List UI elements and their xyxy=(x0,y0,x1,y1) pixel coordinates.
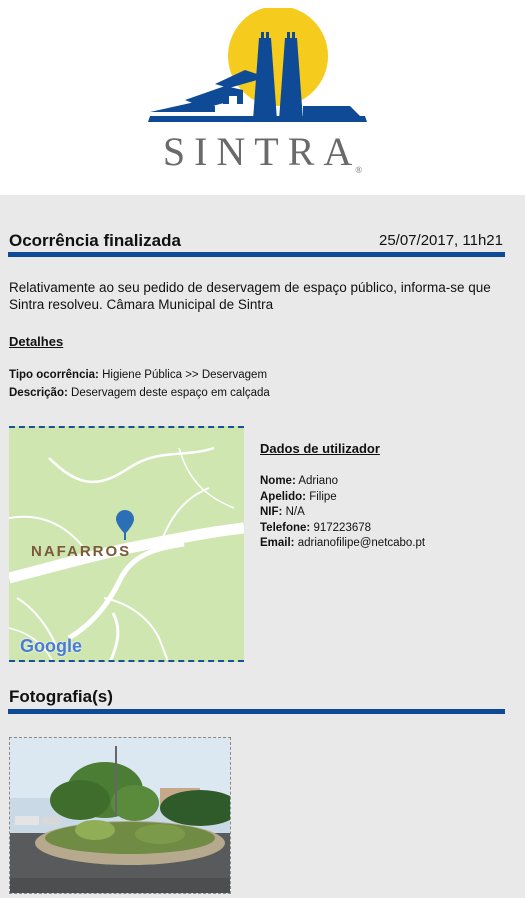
header: SINTRA® xyxy=(0,0,525,195)
photos-divider xyxy=(8,709,505,714)
location-pin-icon[interactable] xyxy=(116,510,134,540)
details-heading: Detalhes xyxy=(9,334,64,349)
brand-wordmark: SINTRA® xyxy=(162,129,363,175)
sintra-logo-icon xyxy=(148,8,367,122)
occurrence-type: Tipo ocorrência: Higiene Pública >> Dese… xyxy=(9,369,268,381)
notice-date: 25/07/2017, 11h21 xyxy=(378,232,503,249)
user-phone: Telefone: 917223678 xyxy=(260,521,372,534)
photo-image xyxy=(10,738,230,893)
user-details: Nome: Adriano Apelido: Filipe NIF: N/A T… xyxy=(260,474,425,552)
user-name: Nome: Adriano xyxy=(260,475,338,487)
user-data-heading: Dados de utilizador xyxy=(260,441,380,456)
google-logo: Google xyxy=(20,636,82,656)
notice-message: Relativamente ao seu pedido de deservage… xyxy=(9,280,491,312)
title-divider xyxy=(8,252,505,257)
user-nif: NIF: N/A xyxy=(260,506,305,518)
map-place-label: NAFARROS xyxy=(31,543,132,560)
location-map[interactable]: NAFARROS Google xyxy=(9,426,244,662)
occurrence-photo[interactable] xyxy=(9,737,231,894)
user-email[interactable]: Email: adrianofilipe@netcabo.pt xyxy=(260,536,425,552)
user-surname: Apelido: Filipe xyxy=(260,490,337,503)
occurrence-description: Descrição: Deservagem deste espaço em ca… xyxy=(9,387,270,399)
photos-title: Fotografia(s) xyxy=(9,687,113,706)
notice-title: Ocorrência finalizada xyxy=(9,231,181,250)
